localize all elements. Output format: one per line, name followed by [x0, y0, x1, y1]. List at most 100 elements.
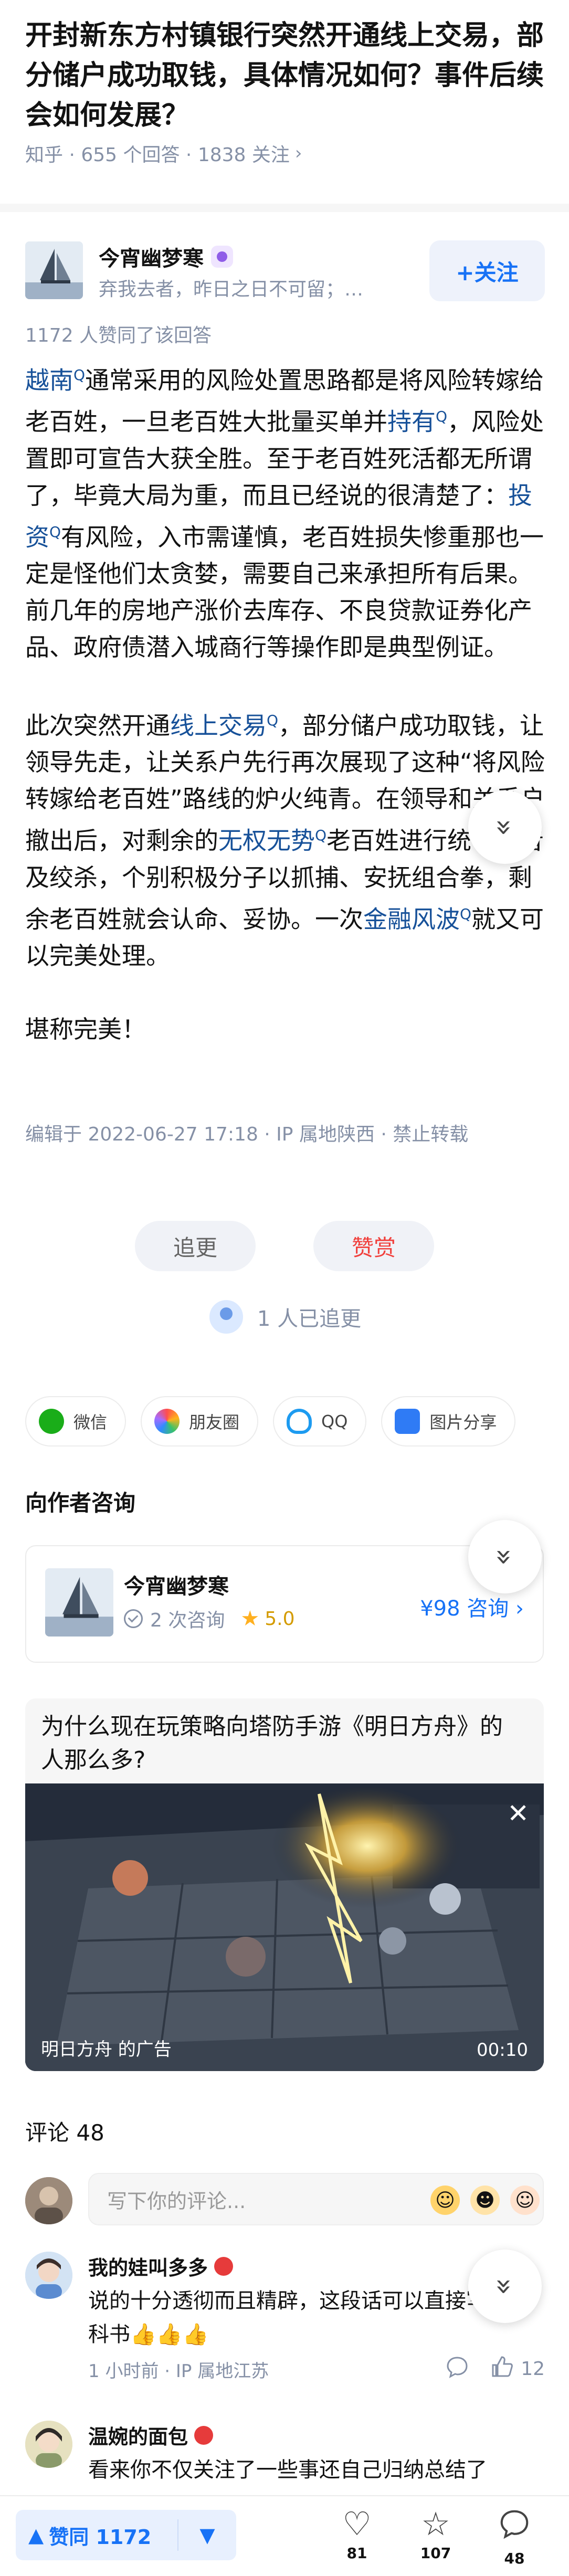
- qq-icon: [287, 1409, 312, 1434]
- answer-paragraph: 堪称完美！: [25, 1015, 146, 1043]
- commenter-name[interactable]: 我的娃叫多多: [88, 2252, 234, 2281]
- share-qq-button[interactable]: QQ: [273, 1396, 367, 1447]
- keyword-link[interactable]: 持有: [387, 408, 436, 436]
- moments-icon: [154, 1409, 180, 1434]
- collapse-button[interactable]: »: [468, 790, 542, 864]
- comment-button[interactable]: 48: [483, 2504, 546, 2567]
- double-chevron-down-icon: »: [488, 2277, 522, 2295]
- commenter-avatar[interactable]: [25, 2252, 72, 2299]
- comment-actions: 12: [445, 2355, 545, 2383]
- consult-price-button[interactable]: ¥98 咨询 ›: [420, 1591, 524, 1622]
- emoji-smile-icon[interactable]: ☺: [430, 2186, 460, 2215]
- share-wechat-button[interactable]: 微信: [25, 1396, 127, 1447]
- comment-text: 看来你不仅关注了一些事还自己归纳总结了: [88, 2458, 487, 2482]
- author-bio: 弃我去者，昨日之日不可留；乱…: [99, 279, 372, 300]
- search-icon: Q: [460, 905, 472, 923]
- keyword-link[interactable]: 无权无势: [218, 827, 315, 855]
- author-row: 今宵幽梦寒 弃我去者，昨日之日不可留；乱… +关注: [25, 236, 545, 310]
- ad-card[interactable]: 为什么现在玩策略向塔防手游《明日方舟》的人那么多? ✕ 明日方舟 的广告 00:…: [25, 1698, 544, 2071]
- follow-up-button[interactable]: 追更: [135, 1221, 256, 1271]
- likes-count: 81: [346, 2545, 367, 2562]
- collapse-button[interactable]: »: [468, 2250, 542, 2323]
- double-chevron-down-icon: »: [488, 1548, 522, 1566]
- answer-text: 有风险，入市需谨慎，老百姓损失惨重那也一定是怪他们太贪婪，需要自己来承担所有后果…: [25, 522, 544, 661]
- double-chevron-down-icon: »: [488, 818, 522, 836]
- author-avatar[interactable]: [25, 241, 83, 299]
- share-moments-button[interactable]: 朋友圈: [141, 1396, 259, 1447]
- upvote-arrow-icon: ▲: [28, 2524, 44, 2547]
- badge-icon: [194, 2425, 214, 2445]
- author-name-text: 今宵幽梦寒: [99, 247, 204, 271]
- comment-item: 温婉的面包 看来你不仅关注了一些事还自己归纳总结了: [25, 2421, 545, 2489]
- reply-icon[interactable]: [445, 2355, 469, 2383]
- edit-info: 编辑于 2022-06-27 17:18 · IP 属地陕西 · 禁止转载: [25, 1124, 469, 1145]
- favorite-button[interactable]: ☆ 107: [404, 2504, 467, 2562]
- share-row: 微信 朋友圈 QQ 图片分享: [25, 1396, 516, 1447]
- comments-title: 评论 48: [25, 2120, 104, 2146]
- commenter-name-text: 我的娃叫多多: [88, 2256, 208, 2279]
- consultant-name: 今宵幽梦寒: [124, 1575, 229, 1599]
- like-count: 12: [521, 2358, 545, 2380]
- upvote-label: 赞同 1172: [49, 2525, 152, 2549]
- consult-rating: 5.0: [265, 1608, 295, 1630]
- share-image-button[interactable]: 图片分享: [381, 1396, 516, 1447]
- downvote-arrow-icon: ▼: [199, 2524, 215, 2547]
- emoji-blush-icon[interactable]: ☺: [510, 2186, 540, 2215]
- favorites-count: 107: [420, 2545, 451, 2562]
- question-title[interactable]: 开封新东方村镇银行突然开通线上交易，部分储户成功取钱，具体情况如何？事件后续会如…: [25, 16, 545, 135]
- emoji-cat-icon[interactable]: ☻: [470, 2186, 500, 2215]
- consultant-avatar: [45, 1568, 113, 1637]
- search-icon: Q: [49, 523, 61, 541]
- like-button[interactable]: 12: [490, 2355, 545, 2383]
- comments-count: 48: [504, 2550, 525, 2567]
- chevron-right-icon: ›: [294, 143, 302, 164]
- my-avatar: [25, 2177, 72, 2224]
- bottom-action-bar: ▲ 赞同 1172 ▼ ♡ 81 ☆ 107 48: [0, 2495, 569, 2576]
- commenter-avatar[interactable]: [25, 2421, 72, 2468]
- question-header: 开封新东方村镇银行突然开通线上交易，部分储户成功取钱，具体情况如何？事件后续会如…: [25, 16, 545, 167]
- follow-button[interactable]: +关注: [429, 240, 545, 301]
- followed-count: 1 人已追更: [257, 1307, 362, 1331]
- image-share-icon: [395, 1409, 420, 1434]
- answer-paragraph: 此次突然开通线上交易Q，部分储户成功取钱，让领导先走，让关系户先行再次展现了这种…: [25, 702, 545, 974]
- comment-icon: [483, 2504, 546, 2550]
- vote-control: ▲ 赞同 1172 ▼: [16, 2510, 236, 2560]
- keyword-link[interactable]: 线上交易: [170, 711, 267, 740]
- share-label: QQ: [321, 1411, 348, 1431]
- star-icon: ★: [240, 1607, 260, 1631]
- downvote-button[interactable]: ▼: [178, 2524, 236, 2547]
- collapse-button[interactable]: »: [468, 1520, 542, 1593]
- ad-label: 明日方舟 的广告: [41, 2039, 172, 2060]
- answer-actions: 追更 赞赏: [0, 1221, 569, 1271]
- search-icon: Q: [73, 366, 86, 384]
- keyword-link[interactable]: 越南: [25, 366, 73, 394]
- ad-video[interactable]: ✕ 明日方舟 的广告 00:10: [25, 1783, 544, 2071]
- author-name[interactable]: 今宵幽梦寒: [99, 241, 233, 272]
- upvote-summary: 1172 人赞同了该回答: [25, 325, 212, 346]
- creator-badge-icon: [211, 246, 233, 268]
- answer-text: 此次突然开通: [25, 711, 170, 740]
- commenter-name-text: 温婉的面包: [88, 2425, 188, 2448]
- ad-title[interactable]: 为什么现在玩策略向塔防手游《明日方舟》的人那么多?: [41, 1710, 524, 1777]
- commenter-name[interactable]: 温婉的面包: [88, 2421, 214, 2450]
- followed-summary[interactable]: 1 人已追更: [0, 1298, 569, 1335]
- close-icon[interactable]: ✕: [507, 1798, 529, 1829]
- keyword-link[interactable]: 金融风波: [363, 905, 460, 933]
- search-icon: Q: [315, 827, 327, 844]
- search-icon: Q: [436, 408, 448, 426]
- answer-body: 越南Q通常采用的风险处置思路都是将风险转嫁给老百姓，一旦老百姓大批量买单并持有Q…: [25, 357, 545, 1084]
- consult-card[interactable]: 今宵幽梦寒 2 次咨询 ★ 5.0 ¥98 咨询 ›: [25, 1545, 544, 1663]
- section-divider: [0, 204, 569, 212]
- consult-count: 2 次咨询: [150, 1610, 225, 1631]
- like-button[interactable]: ♡ 81: [325, 2504, 388, 2562]
- upvote-button[interactable]: ▲ 赞同 1172: [16, 2521, 177, 2550]
- reward-button[interactable]: 赞赏: [313, 1221, 434, 1271]
- follower-avatar: [207, 1298, 245, 1335]
- question-meta[interactable]: 知乎 · 655 个回答 · 1838 关注 ›: [25, 140, 545, 167]
- wechat-icon: [39, 1409, 64, 1434]
- comment-item: 我的娃叫多多 说的十分透彻而且精辟，这段话可以直接写进教科书👍👍👍 1 小时前 …: [25, 2252, 545, 2382]
- search-icon: Q: [267, 711, 279, 729]
- question-stats: 知乎 · 655 个回答 · 1838 关注: [25, 144, 290, 166]
- consult-section-title: 向作者咨询: [25, 1490, 136, 1516]
- heart-icon: ♡: [342, 2505, 372, 2543]
